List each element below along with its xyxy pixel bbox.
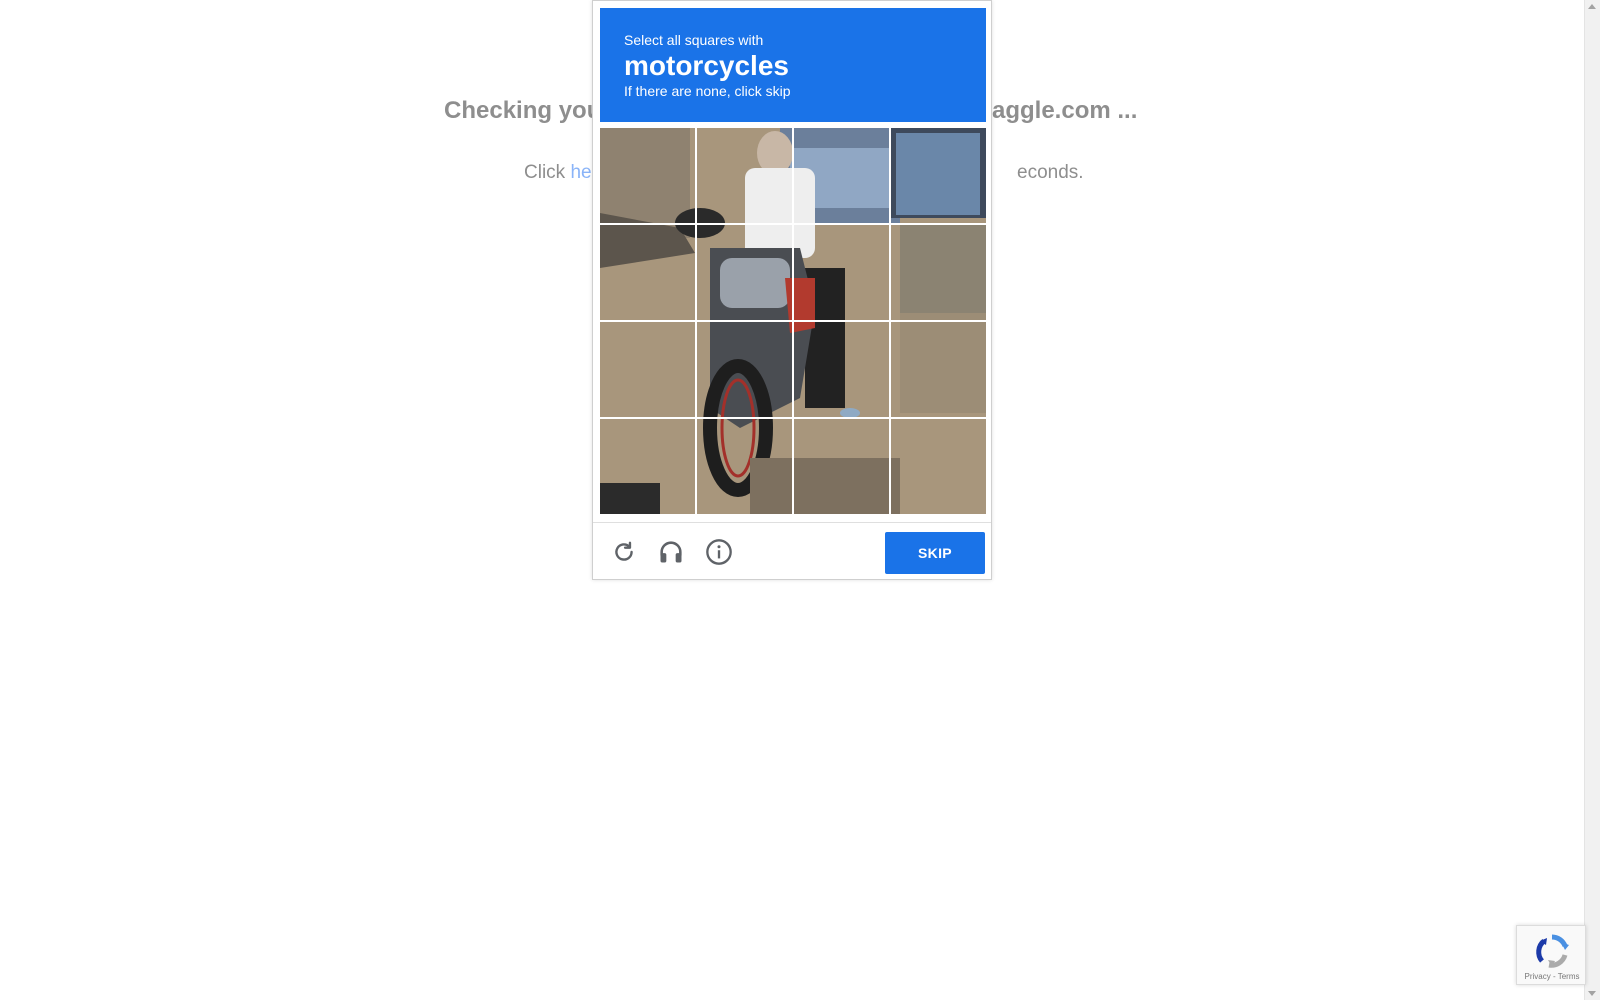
recaptcha-logo-icon — [1536, 934, 1569, 968]
tile-photo-slice — [794, 225, 889, 320]
scroll-up-arrow-icon[interactable] — [1588, 4, 1596, 9]
tile-photo-slice — [697, 322, 792, 417]
captcha-tile[interactable] — [891, 128, 986, 223]
captcha-tile[interactable] — [891, 419, 986, 514]
scroll-down-arrow-icon[interactable] — [1588, 991, 1596, 996]
captcha-tile[interactable] — [697, 128, 792, 223]
tile-photo-slice — [600, 225, 695, 320]
captcha-tile[interactable] — [697, 225, 792, 320]
tile-photo-slice — [600, 322, 695, 417]
page: Checking you aggle.com ... Click he econ… — [0, 0, 1600, 1000]
captcha-tile[interactable] — [794, 322, 889, 417]
recaptcha-badge[interactable]: Privacy - Terms — [1516, 925, 1586, 985]
captcha-tile[interactable] — [794, 225, 889, 320]
terms-link[interactable]: Terms — [1558, 972, 1580, 981]
background-heading-left: Checking you — [444, 97, 602, 124]
captcha-tile[interactable] — [891, 322, 986, 417]
captcha-header: Select all squares with motorcycles If t… — [600, 8, 986, 122]
badge-links: Privacy - Terms — [1517, 972, 1587, 981]
info-icon[interactable] — [704, 537, 734, 567]
captcha-tile[interactable] — [891, 225, 986, 320]
tile-photo-slice — [891, 322, 986, 417]
privacy-link[interactable]: Privacy — [1525, 972, 1551, 981]
background-redirect-line: Click he econds. — [524, 162, 1084, 184]
background-line-right: econds. — [1017, 162, 1084, 183]
tile-photo-slice — [600, 419, 695, 514]
captcha-target: motorcycles — [624, 50, 789, 81]
page-scrollbar[interactable] — [1584, 0, 1600, 1000]
captcha-tile[interactable] — [600, 128, 695, 223]
captcha-hint: If there are none, click skip — [624, 83, 791, 99]
captcha-footer-divider — [593, 522, 991, 523]
captcha-tile[interactable] — [794, 419, 889, 514]
skip-button[interactable]: SKIP — [885, 532, 985, 574]
captcha-tile[interactable] — [697, 419, 792, 514]
headphones-icon[interactable] — [656, 537, 686, 567]
background-heading: Checking you aggle.com ... — [444, 97, 1137, 125]
captcha-instruction: Select all squares with — [624, 32, 764, 48]
captcha-tile[interactable] — [600, 419, 695, 514]
captcha-tile[interactable] — [600, 225, 695, 320]
background-here-link[interactable]: he — [570, 162, 591, 183]
captcha-tile[interactable] — [697, 322, 792, 417]
tile-photo-slice — [891, 419, 986, 514]
background-line-left: Click — [524, 162, 571, 183]
captcha-tile[interactable] — [600, 322, 695, 417]
tile-photo-slice — [697, 225, 792, 320]
tile-photo-slice — [600, 128, 695, 223]
tile-photo-slice — [794, 128, 889, 223]
tile-photo-slice — [891, 225, 986, 320]
tile-photo-slice — [794, 322, 889, 417]
captcha-tile[interactable] — [794, 128, 889, 223]
background-heading-right: aggle.com ... — [992, 97, 1138, 124]
reload-icon[interactable] — [609, 537, 639, 567]
captcha-dialog: Select all squares with motorcycles If t… — [592, 0, 992, 580]
tile-photo-slice — [794, 419, 889, 514]
captcha-image-grid — [600, 128, 986, 515]
tile-photo-slice — [891, 128, 986, 223]
tile-photo-slice — [697, 419, 792, 514]
badge-separator: - — [1550, 972, 1558, 981]
tile-photo-slice — [697, 128, 792, 223]
